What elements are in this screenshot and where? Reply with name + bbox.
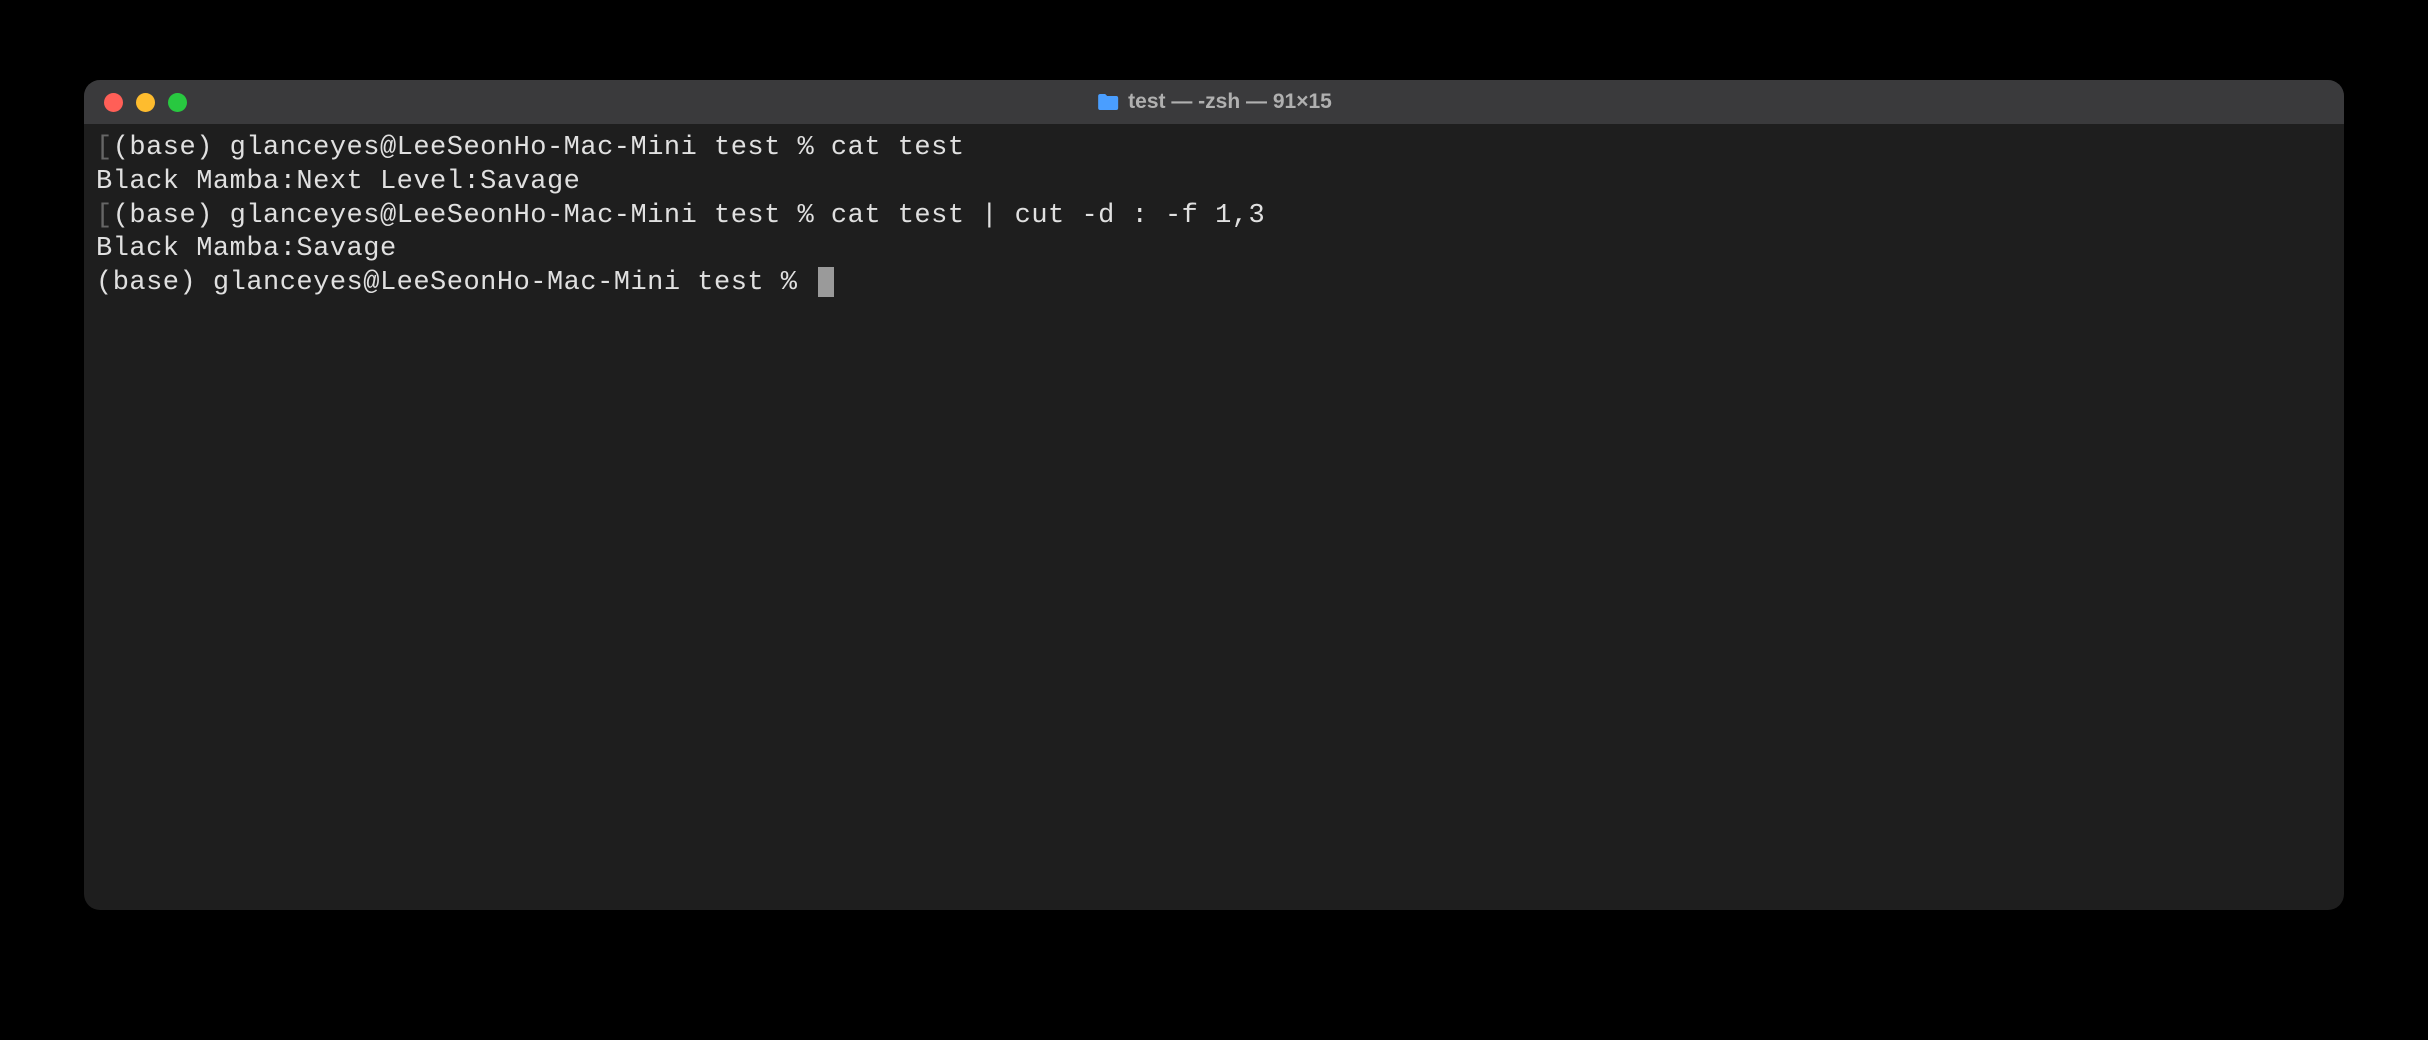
terminal-line: [(base) glanceyes@LeeSeonHo-Mac-Mini tes… bbox=[96, 132, 2332, 166]
window-title-text: test — -zsh — 91×15 bbox=[1128, 90, 1332, 114]
line-marker: [ bbox=[96, 200, 113, 234]
title-bar: test — -zsh — 91×15 bbox=[84, 80, 2344, 124]
prompt: (base) glanceyes@LeeSeonHo-Mac-Mini test… bbox=[96, 267, 814, 301]
prompt: (base) glanceyes@LeeSeonHo-Mac-Mini test… bbox=[113, 200, 831, 234]
traffic-lights bbox=[104, 93, 187, 112]
command: cat test bbox=[831, 132, 965, 166]
terminal-line: [(base) glanceyes@LeeSeonHo-Mac-Mini tes… bbox=[96, 200, 2332, 234]
terminal-line: Black Mamba:Savage bbox=[96, 233, 2332, 267]
window-title: test — -zsh — 91×15 bbox=[1096, 90, 1332, 114]
terminal-window: test — -zsh — 91×15 [(base) glanceyes@Le… bbox=[84, 80, 2344, 910]
cursor bbox=[818, 267, 834, 297]
folder-icon bbox=[1096, 92, 1120, 112]
minimize-button[interactable] bbox=[136, 93, 155, 112]
terminal-line: Black Mamba:Next Level:Savage bbox=[96, 166, 2332, 200]
terminal-content[interactable]: [(base) glanceyes@LeeSeonHo-Mac-Mini tes… bbox=[84, 124, 2344, 309]
line-marker: [ bbox=[96, 132, 113, 166]
prompt: (base) glanceyes@LeeSeonHo-Mac-Mini test… bbox=[113, 132, 831, 166]
terminal-line: (base) glanceyes@LeeSeonHo-Mac-Mini test… bbox=[96, 267, 2332, 301]
close-button[interactable] bbox=[104, 93, 123, 112]
maximize-button[interactable] bbox=[168, 93, 187, 112]
command: cat test | cut -d : -f 1,3 bbox=[831, 200, 1265, 234]
output: Black Mamba:Next Level:Savage bbox=[96, 166, 580, 200]
output: Black Mamba:Savage bbox=[96, 233, 397, 267]
